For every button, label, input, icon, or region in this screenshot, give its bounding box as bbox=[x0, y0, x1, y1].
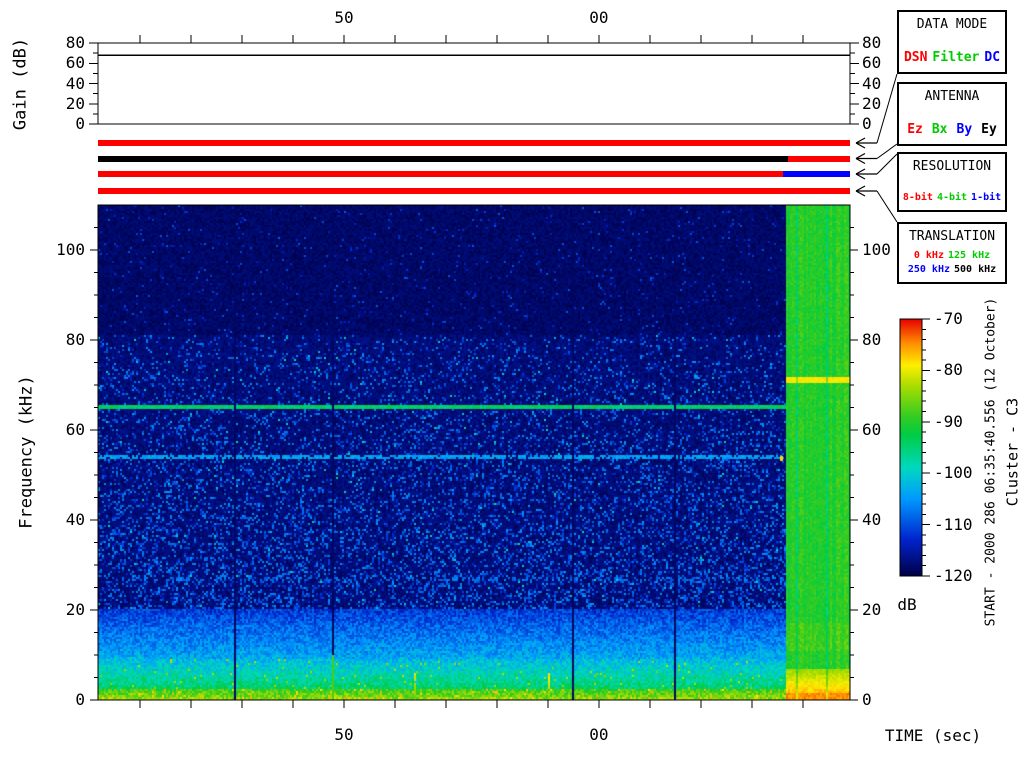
colorbar-tick-label: -90 bbox=[934, 411, 963, 431]
antenna-bar-segment bbox=[787, 155, 850, 162]
translation-bar-segment bbox=[98, 188, 850, 194]
legend-box-data-mode: DATA MODE DSN Filter DC bbox=[897, 10, 1007, 74]
pointer-arrow-head bbox=[855, 152, 866, 160]
colorbar-tick-label: -70 bbox=[934, 309, 963, 328]
start-time-label: START - 2000 286 06:35:40.556 (12 Octobe… bbox=[983, 297, 999, 627]
freq-tick-label-right: 80 bbox=[862, 330, 882, 349]
gain-ytick-label-right: 0 bbox=[862, 114, 872, 133]
freq-tick-label-right: 20 bbox=[862, 600, 882, 619]
freq-tick-label-right: 0 bbox=[862, 690, 872, 709]
freq-tick-label-right: 60 bbox=[862, 420, 882, 439]
pointer-arrow-head bbox=[855, 157, 866, 165]
time-tick-label-bottom: 50 bbox=[334, 725, 354, 744]
legend-item: 0 kHz bbox=[913, 250, 944, 261]
colorbar-tick-label: -80 bbox=[934, 360, 963, 380]
gain-ytick-label-left: 40 bbox=[65, 73, 85, 93]
legend-item: DSN bbox=[903, 50, 928, 65]
frequency-axis-label: Frequency (kHz) bbox=[16, 375, 37, 529]
gain-ytick-label-left: 80 bbox=[65, 33, 85, 52]
data-mode-bar-segment bbox=[98, 140, 850, 146]
time-tick-label-top: 00 bbox=[589, 8, 609, 27]
gain-ytick-label-right: 20 bbox=[862, 93, 882, 113]
pointer-arrow-head bbox=[855, 142, 866, 149]
legend-box-resolution: RESOLUTION 8-bit 4-bit 1-bit bbox=[897, 152, 1007, 212]
freq-tick-label-left: 80 bbox=[65, 330, 85, 349]
pointer-arrow-head bbox=[855, 168, 866, 175]
wbd-spectrogram-display: Gain (dB) Frequency (kHz) TIME (sec) dB … bbox=[0, 0, 1024, 768]
time-tick-label-top: 50 bbox=[334, 8, 354, 27]
pointer-connector bbox=[876, 153, 898, 175]
legend-item: 4-bit bbox=[936, 192, 968, 203]
legend-box-antenna: ANTENNA Ez Bx By Ey bbox=[897, 82, 1007, 146]
colorbar bbox=[900, 319, 922, 576]
freq-tick-label-left: 60 bbox=[65, 420, 85, 439]
legend-item: Bx bbox=[931, 122, 948, 137]
legend-box-translation: TRANSLATION 0 kHz 125 kHz 250 kHz 500 kHz bbox=[897, 222, 1007, 284]
freq-tick-label-right: 100 bbox=[862, 240, 891, 259]
legend-item: 250 kHz bbox=[907, 264, 950, 275]
pointer-arrow-head bbox=[855, 173, 866, 180]
legend-item: By bbox=[956, 122, 973, 137]
legend-item: 125 kHz bbox=[947, 250, 991, 261]
legend-item: Ez bbox=[907, 122, 923, 137]
legend-box-title: ANTENNA bbox=[924, 89, 980, 104]
legend-box-title: DATA MODE bbox=[916, 17, 988, 32]
gain-ytick-label-right: 60 bbox=[862, 53, 882, 73]
pointer-arrow-head bbox=[855, 137, 866, 144]
colorbar-tick-label: -120 bbox=[934, 566, 973, 585]
spacecraft-label: Cluster - C3 bbox=[1003, 397, 1022, 507]
resolution-bar-segment bbox=[783, 171, 850, 177]
gain-ytick-label-left: 20 bbox=[65, 93, 85, 113]
time-tick-label-bottom: 00 bbox=[589, 725, 609, 744]
colorbar-tick-label: -100 bbox=[934, 463, 973, 483]
legend-item: 1-bit bbox=[971, 192, 1002, 203]
time-axis-label: TIME (sec) bbox=[884, 726, 982, 745]
pointer-arrow-head bbox=[855, 190, 866, 197]
freq-tick-label-left: 0 bbox=[75, 690, 85, 709]
legend-box-title: TRANSLATION bbox=[908, 229, 996, 244]
pointer-connector bbox=[876, 143, 898, 159]
legend-item: Ey bbox=[981, 122, 997, 137]
spectrogram-canvas bbox=[98, 205, 850, 700]
resolution-bar-segment bbox=[98, 171, 784, 177]
colorbar-unit-label: dB bbox=[897, 595, 917, 614]
pointer-arrow-head bbox=[855, 185, 866, 192]
colorbar-tick-label: -110 bbox=[934, 514, 973, 534]
legend-box-title: RESOLUTION bbox=[912, 159, 992, 174]
gain-ytick-label-right: 40 bbox=[862, 73, 882, 93]
gain-ytick-label-right: 80 bbox=[862, 33, 882, 52]
freq-tick-label-right: 40 bbox=[862, 510, 882, 529]
freq-tick-label-left: 20 bbox=[65, 600, 85, 619]
pointer-connector bbox=[876, 190, 898, 223]
legend-item: Filter bbox=[932, 50, 980, 65]
freq-tick-label-left: 100 bbox=[56, 240, 85, 259]
legend-item: 500 kHz bbox=[954, 264, 997, 275]
gain-axis-label: Gain (dB) bbox=[10, 37, 31, 131]
antenna-bar-segment bbox=[98, 155, 788, 162]
legend-item: DC bbox=[984, 50, 1001, 65]
gain-ytick-label-left: 60 bbox=[65, 53, 85, 73]
legend-item: 8-bit bbox=[902, 192, 933, 203]
freq-tick-label-left: 40 bbox=[65, 510, 85, 529]
gain-plot-frame bbox=[97, 42, 851, 125]
gain-ytick-label-left: 0 bbox=[75, 114, 85, 133]
